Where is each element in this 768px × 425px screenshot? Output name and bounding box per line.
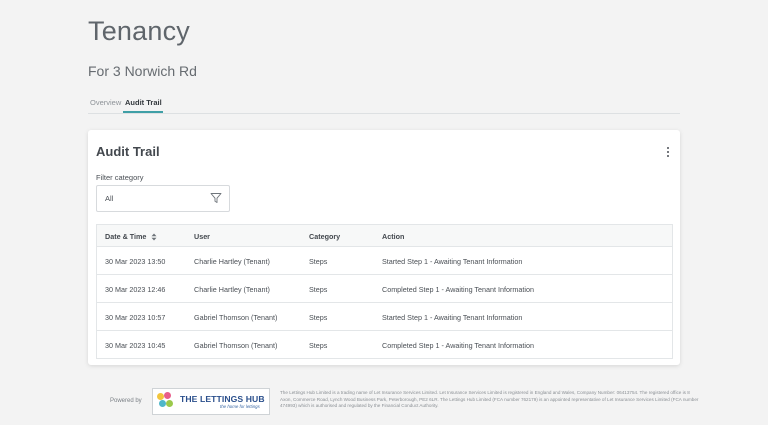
cell-date-time: 30 Mar 2023 13:50	[105, 257, 166, 266]
table-row: 30 Mar 2023 12:46 Charlie Hartley (Tenan…	[97, 275, 672, 303]
cell-category: Steps	[309, 313, 328, 322]
cell-category: Steps	[309, 257, 328, 266]
cell-action: Started Step 1 - Awaiting Tenant Informa…	[382, 257, 523, 266]
header-user: User	[194, 232, 210, 241]
cell-category: Steps	[309, 285, 328, 294]
filter-category-select[interactable]: All	[96, 185, 230, 212]
header-action: Action	[382, 232, 405, 241]
tab-audit-trail[interactable]: Audit Trail	[125, 98, 162, 107]
cell-date-time: 30 Mar 2023 10:45	[105, 341, 166, 350]
tab-overview[interactable]: Overview	[90, 98, 121, 107]
table-row: 30 Mar 2023 10:45 Gabriel Thomson (Tenan…	[97, 331, 672, 358]
cell-user: Gabriel Thomson (Tenant)	[194, 313, 278, 322]
lettings-hub-logo[interactable]: THE LETTINGS HUB the home for lettings	[152, 388, 270, 415]
table-row: 30 Mar 2023 13:50 Charlie Hartley (Tenan…	[97, 247, 672, 275]
tab-bar: Overview Audit Trail	[88, 94, 680, 114]
cell-category: Steps	[309, 341, 328, 350]
filter-selected-value: All	[105, 194, 114, 203]
legal-text: The Lettings Hub Limited is a trading na…	[280, 390, 699, 409]
logo-text: THE LETTINGS HUB	[180, 394, 265, 404]
cell-date-time: 30 Mar 2023 10:57	[105, 313, 166, 322]
kebab-menu-icon[interactable]	[665, 147, 671, 159]
powered-by-label: Powered by	[110, 398, 142, 404]
cell-action: Completed Step 1 - Awaiting Tenant Infor…	[382, 285, 534, 294]
logo-dots-icon	[157, 392, 177, 412]
table-header: Date & Time User Category Action	[97, 225, 672, 247]
cell-action: Started Step 1 - Awaiting Tenant Informa…	[382, 313, 523, 322]
audit-trail-card: Audit Trail Filter category All Date & T…	[88, 130, 680, 365]
active-tab-indicator	[123, 111, 163, 113]
page-subtitle: For 3 Norwich Rd	[88, 63, 197, 79]
cell-user: Charlie Hartley (Tenant)	[194, 285, 270, 294]
cell-action: Completed Step 1 - Awaiting Tenant Infor…	[382, 341, 534, 350]
audit-table: Date & Time User Category Action 30 Mar …	[96, 224, 673, 359]
cell-user: Charlie Hartley (Tenant)	[194, 257, 270, 266]
card-title: Audit Trail	[96, 144, 160, 159]
header-date-time[interactable]: Date & Time	[105, 232, 157, 241]
logo-tagline: the home for lettings	[220, 404, 260, 409]
table-row: 30 Mar 2023 10:57 Gabriel Thomson (Tenan…	[97, 303, 672, 331]
cell-date-time: 30 Mar 2023 12:46	[105, 285, 166, 294]
filter-category-label: Filter category	[96, 173, 144, 182]
filter-funnel-icon	[210, 193, 222, 203]
page-title: Tenancy	[88, 16, 190, 46]
cell-user: Gabriel Thomson (Tenant)	[194, 341, 278, 350]
header-category: Category	[309, 232, 341, 241]
sort-updown-icon[interactable]	[151, 233, 157, 241]
